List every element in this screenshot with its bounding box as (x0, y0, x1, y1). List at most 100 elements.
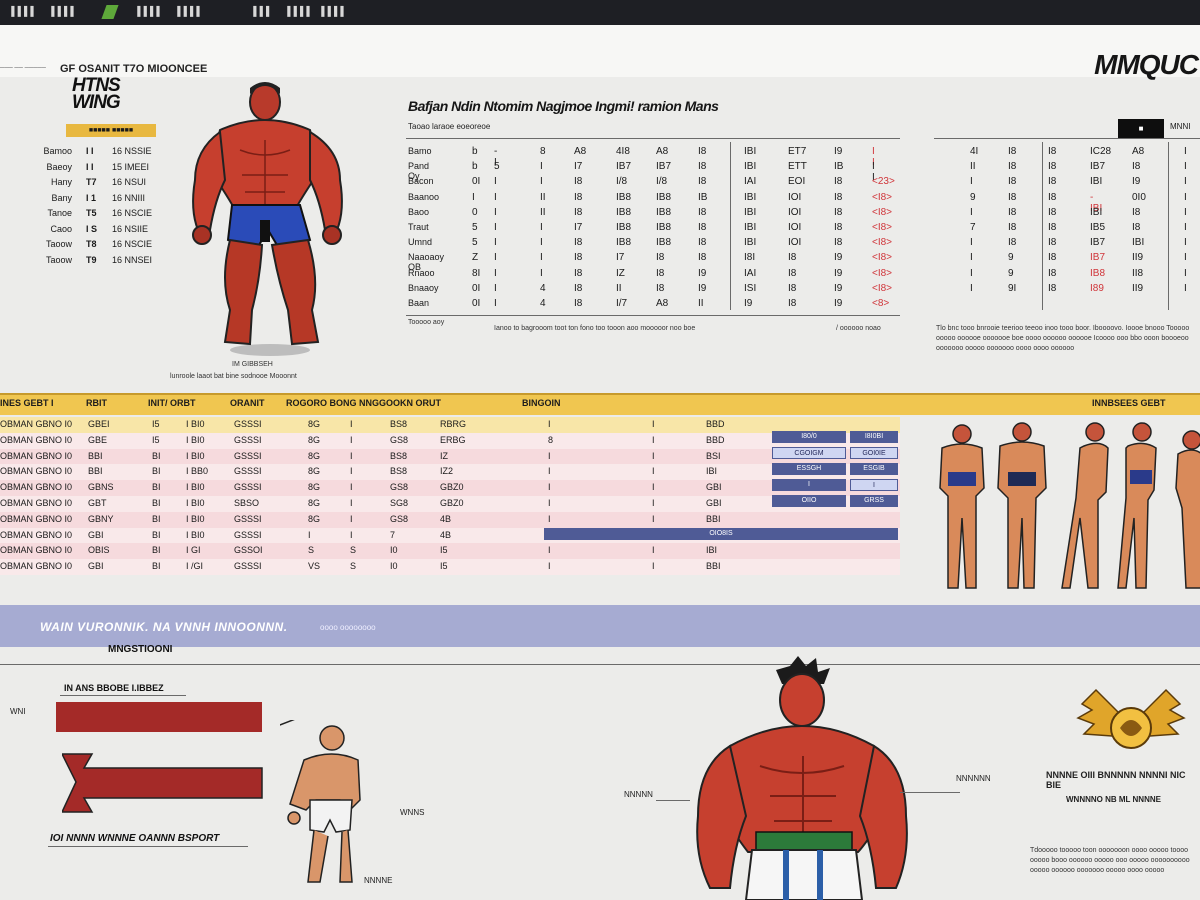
col-header[interactable]: BINGOIN (522, 398, 561, 408)
emblem-paragraph: Tdooooo tooooo toon ooooooon oooo ooooo … (1030, 847, 1190, 874)
table-cell: 8G (308, 434, 321, 445)
table-cell: I (652, 482, 655, 493)
toolbar-item[interactable]: ▐▐▐▐ (134, 6, 160, 16)
table-cell: 8 (548, 434, 554, 445)
col-header[interactable]: ROGORO BONG NNGGOOKN ORUT (286, 398, 441, 408)
check-icon[interactable] (101, 5, 119, 19)
table-cell: OBMAN GBNO I0 (0, 561, 73, 572)
table-cell: OBMAN GBNO I0 (0, 482, 73, 493)
toolbar-item[interactable]: ▐▐▐▐ (8, 6, 34, 16)
main-table-footer-right: / oooooo noao (836, 325, 881, 332)
table-cell: I8 (574, 267, 583, 279)
table-row[interactable]: OBMAN GBNO I0 GBT BI I BI0 SBSO 8G I SG8 GBZ0 I I G… (0, 496, 900, 512)
divider (1168, 142, 1169, 310)
table-cell: I (548, 419, 551, 429)
table-cell: GS8 (390, 482, 409, 493)
table-cell: 0 (472, 206, 478, 218)
side-box[interactable]: OIIO (772, 495, 846, 507)
table-cell: I9 (834, 282, 843, 294)
table-cell: I BI0 (186, 434, 205, 445)
emblem-icon (1076, 688, 1186, 749)
table-cell: GSSSI (234, 513, 262, 524)
table-row[interactable]: OBMAN GBNO I0 GBE I5 I BI0 GSSSI 8G I GS8 ERBG 8 I… (0, 432, 900, 449)
stat-cell: 16 NSUI (112, 177, 147, 187)
row-label: Baoo (408, 206, 430, 217)
side-box[interactable]: I (772, 479, 846, 491)
side-box[interactable]: GRSS (850, 495, 898, 507)
toolbar-item[interactable]: ▐▐▐▐ (174, 6, 200, 16)
toolbar-item[interactable]: ▐▐▐▐ (284, 6, 310, 16)
table-cell: <I8> (872, 252, 893, 264)
table-cell: I8 (574, 252, 583, 264)
table-row[interactable]: OBMAN GBNO I0 GBI BI I /GI GSSSI VS S I0 I5 I I BBI (0, 559, 900, 576)
col-header[interactable]: RBIT (86, 398, 107, 408)
table-cell: IBI (1090, 176, 1103, 188)
table-cell: 8G (308, 498, 321, 508)
table-cell: I (652, 561, 655, 572)
table-cell: I8 (574, 176, 583, 188)
table-cell: IZ2 (440, 466, 454, 477)
stat-cell: Taoow (45, 254, 72, 265)
table-cell: IBI (744, 191, 757, 203)
table-cell: GBEI (88, 419, 110, 429)
table-cell: I (1184, 252, 1187, 264)
stat-cell: Bany (51, 192, 72, 203)
mini-label: WNI (10, 707, 26, 716)
table-cell: I (652, 419, 655, 429)
stat-row: Hany T7 16 NSUI (0, 177, 160, 192)
table-cell: II (540, 191, 546, 203)
table-cell: GSSSI (234, 450, 262, 461)
table-cell: 5 (494, 161, 500, 173)
table-cell: II (698, 298, 704, 309)
table-cell: I5 (440, 545, 448, 556)
table-cell: I (540, 161, 543, 173)
table-row[interactable]: OBMAN GBNO I0 GBNY BI I BI0 GSSSI 8G I GS8 4B I I B… (0, 511, 900, 528)
table-cell: I (350, 498, 353, 508)
stat-cell: 16 NNSEI (112, 254, 153, 265)
table-cell: GBE (88, 434, 108, 445)
side-box[interactable]: ESSGH (772, 463, 846, 475)
toolbar-item[interactable]: ▐▐▐▐ (318, 6, 344, 16)
table-cell: I5 (152, 419, 160, 429)
table-cell: I BI0 (186, 450, 205, 461)
table-row[interactable]: OBMAN GBNO I0 BBI BI I BI0 GSSSI 8G I BS8 IZ I I BS… (0, 448, 900, 465)
col-header[interactable]: INES GEBT I (0, 398, 54, 408)
col-header[interactable]: INNBSEES GEBT (1092, 398, 1166, 408)
table-row[interactable]: OBMAN GBNO I0 GBNS BI I BI0 GSSSI 8G I GS8 GBZ0 I… (0, 480, 900, 497)
table-cell: I8 (834, 222, 843, 233)
side-box[interactable]: I (850, 479, 898, 491)
toolbar-item[interactable]: ▐▐▐ (250, 6, 269, 16)
table-cell: I (1184, 222, 1187, 233)
table-cell: I (652, 466, 655, 477)
table-cell: I (1184, 146, 1187, 157)
toolbar-item[interactable]: ▐▐▐▐ (48, 6, 74, 16)
table-cell: GBZ0 (440, 482, 464, 493)
side-box[interactable]: I80/0 (772, 431, 846, 443)
side-box[interactable]: I8I0BI (850, 431, 898, 443)
table-row[interactable]: OBMAN GBNO I0 OBIS BI I GI GSSOI S S I0 I5 I I IBI (0, 543, 900, 560)
table-cell: I (1184, 206, 1187, 218)
table-cell: I/7 (616, 298, 628, 309)
table-row[interactable]: OBMAN GBNO I0 BBI BI I BB0 GSSSI 8G I BS8 IZ2 I I I… (0, 464, 900, 481)
table-cell: I8 (788, 267, 797, 279)
table-cell: IB8 (1090, 267, 1106, 279)
table-cell: IBI (744, 161, 757, 173)
table-cell: I (494, 267, 497, 279)
col-header[interactable]: ORANIT (230, 398, 265, 408)
table-row[interactable]: OBMAN GBNO I0 GBEI I5 I BI0 GSSSI 8G I BS8 RBRG I… (0, 417, 900, 433)
table-cell: I8 (834, 176, 843, 188)
side-table-chip[interactable]: ■ (1118, 119, 1164, 138)
side-box[interactable]: GOI0IE (850, 447, 898, 459)
side-box[interactable]: ESGIB (850, 463, 898, 475)
table-cell: I (652, 498, 655, 508)
table-cell: 7 (970, 222, 976, 233)
table-cell: IBI (1132, 237, 1145, 249)
col-header[interactable]: INIT/ ORBT (148, 398, 196, 408)
side-box[interactable]: CGOIGM (772, 447, 846, 459)
section-label: MNGSTIOONI (108, 644, 173, 655)
legend-row: OIO8IS (544, 528, 898, 540)
table-cell: I8 (1132, 161, 1141, 173)
table-cell: 8 (540, 146, 546, 157)
divider (1042, 142, 1043, 310)
table-cell: IB (834, 161, 844, 173)
